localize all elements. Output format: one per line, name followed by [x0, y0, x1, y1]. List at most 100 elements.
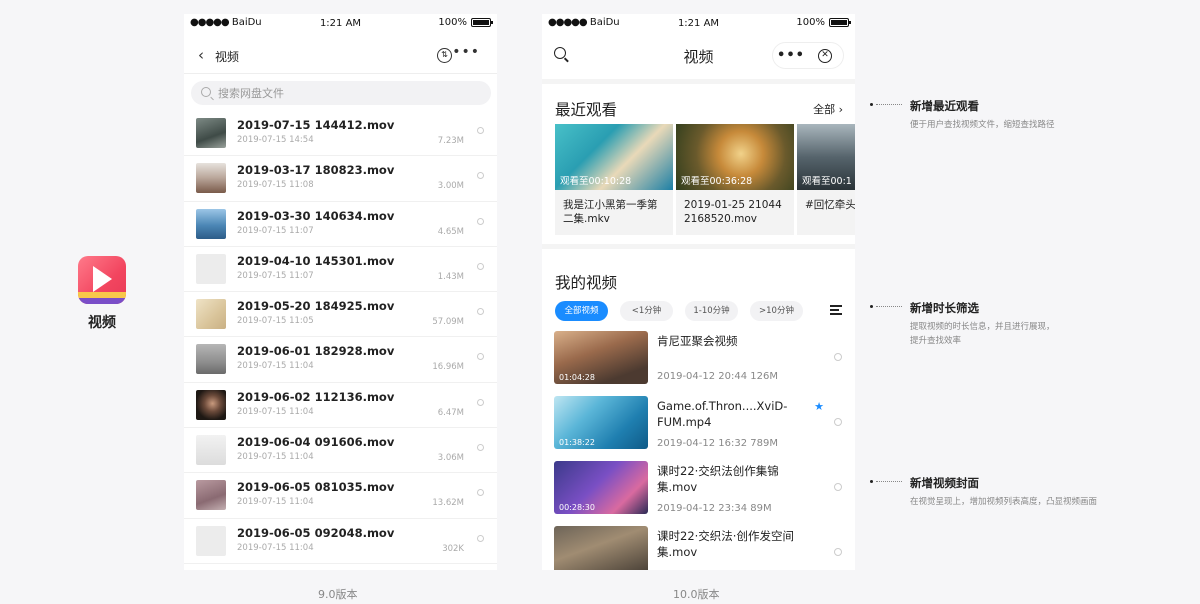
file-row[interactable]: 2019-06-05 081035.mov 2019-07-15 11:04 1… — [184, 473, 497, 519]
file-date: 2019-07-15 11:04 — [237, 542, 314, 553]
filter-icon[interactable]: ⇅ — [437, 48, 452, 63]
video-title: 课时22·交织法创作集锦集.mov — [657, 464, 779, 494]
recent-caption: 我是江小黑第一季第二集.mkv — [563, 199, 658, 225]
recent-caption: 2019-01-25 21044 2168520.mov — [684, 199, 782, 225]
file-row[interactable]: 2019-06-01 182928.mov 2019-07-15 11:04 1… — [184, 337, 497, 383]
video-duration: 00:28:30 — [559, 503, 595, 512]
select-radio[interactable] — [477, 127, 484, 134]
select-radio[interactable] — [477, 489, 484, 497]
version-label-10: 10.0版本 — [673, 588, 720, 601]
video-thumbnail: 00:28:30 — [554, 461, 648, 514]
recent-card[interactable]: 观看至00:10:28 我是江小黑第一季第二集.mkv — [555, 124, 673, 235]
file-thumbnail — [196, 435, 226, 466]
nav-bar: ‹ 视频 ⇅ ••• — [184, 34, 497, 74]
divider — [542, 244, 855, 249]
more-icon[interactable]: ••• — [773, 48, 809, 63]
file-row[interactable]: 2019-03-17 180823.mov 2019-07-15 11:08 3… — [184, 156, 497, 202]
file-list: 2019-07-15 144412.mov 2019-07-15 14:54 7… — [184, 111, 497, 564]
select-radio[interactable] — [477, 172, 484, 180]
file-size: 13.62M — [432, 498, 464, 509]
file-size: 7.23M — [437, 136, 464, 146]
file-date: 2019-07-15 11:07 — [237, 225, 314, 236]
battery-icon — [471, 18, 493, 27]
annotation-title: 新增视频封面 — [910, 476, 979, 490]
recent-title: 最近观看 — [555, 101, 618, 119]
more-icon[interactable]: ••• — [452, 44, 480, 60]
file-name: 2019-04-10 145301.mov — [237, 253, 395, 268]
watch-progress: 观看至00:1 — [802, 176, 852, 187]
file-row[interactable]: 2019-04-10 145301.mov 2019-07-15 11:07 1… — [184, 247, 497, 293]
annotation-desc: 提取视频的时长信息，并且进行展现， 提升查找效率 — [910, 320, 1055, 348]
file-name: 2019-06-02 112136.mov — [237, 389, 395, 404]
file-date: 2019-07-15 14:54 — [237, 135, 314, 145]
duration-filter: 全部视频 <1分钟 1-10分钟 >10分钟 — [542, 297, 855, 331]
video-row[interactable]: 00:28:30 课时22·交织法创作集锦集.mov 2019-04-12 23… — [542, 461, 855, 526]
battery-percent: 100% — [796, 17, 825, 28]
select-radio[interactable] — [477, 398, 484, 406]
file-row[interactable]: 2019-06-05 092048.mov 2019-07-15 11:04 3… — [184, 519, 497, 564]
file-thumbnail — [196, 118, 226, 148]
back-icon[interactable]: ‹ — [198, 46, 204, 64]
bullet-dot — [870, 480, 873, 483]
view-all-link[interactable]: 全部 › — [813, 101, 843, 117]
battery-percent: 100% — [438, 17, 467, 28]
star-icon: ★ — [814, 400, 824, 413]
select-radio[interactable] — [477, 308, 484, 316]
file-row[interactable]: 2019-05-20 184925.mov 2019-07-15 11:05 5… — [184, 292, 497, 338]
file-row[interactable]: 2019-03-30 140634.mov 2019-07-15 11:07 4… — [184, 202, 497, 247]
select-radio[interactable] — [834, 548, 842, 556]
select-radio[interactable] — [477, 262, 484, 270]
file-row[interactable]: 2019-07-15 144412.mov 2019-07-15 14:54 7… — [184, 111, 497, 157]
video-row[interactable]: 01:38:22 Game.of.Thron....XviD-FUM.mp4 ★… — [542, 396, 855, 461]
bullet-dot — [870, 305, 873, 308]
app-icon — [78, 256, 126, 304]
search-bar[interactable] — [191, 81, 491, 105]
page-title: 视频 — [215, 50, 240, 64]
select-radio[interactable] — [477, 534, 484, 542]
close-icon[interactable]: ✕ — [818, 48, 832, 63]
chevron-right-icon: › — [838, 103, 843, 116]
recent-thumbnail: 观看至00:1 — [797, 124, 855, 190]
phone-v9: ●●●●● BaiDu 1:21 AM 100% ‹ 视频 ⇅ ••• 2019… — [184, 14, 497, 570]
my-videos-header: 我的视频 — [542, 253, 855, 297]
leader-line — [876, 104, 902, 105]
view-all-label: 全部 — [813, 103, 836, 116]
select-radio[interactable] — [834, 483, 842, 491]
chip-over-10min[interactable]: >10分钟 — [750, 301, 803, 321]
annotation-desc-line: 提取视频的时长信息，并且进行展现， — [910, 322, 1055, 332]
select-radio[interactable] — [477, 217, 484, 225]
bullet-dot — [870, 103, 873, 106]
select-radio[interactable] — [477, 444, 484, 452]
video-meta: 2019-04-12 20:44 126M — [657, 371, 779, 382]
file-thumbnail — [196, 344, 226, 375]
annotation-desc-line: 在视觉呈现上，增加视频列表高度，凸显视频画面 — [910, 497, 1098, 507]
file-name: 2019-06-04 091606.mov — [237, 435, 395, 450]
file-date: 2019-07-15 11:08 — [237, 180, 314, 191]
search-icon — [201, 87, 211, 97]
video-thumbnail: 01:38:22 — [554, 396, 648, 449]
nav-bar: 视频 ••• ✕ — [542, 34, 855, 79]
recent-thumbnail: 观看至00:36:28 — [676, 124, 794, 190]
battery-icon — [829, 18, 851, 27]
search-input[interactable] — [218, 81, 458, 105]
file-date: 2019-07-15 11:04 — [237, 406, 314, 417]
chip-under-1min[interactable]: <1分钟 — [620, 301, 673, 321]
file-row[interactable]: 2019-06-04 091606.mov 2019-07-15 11:04 3… — [184, 428, 497, 474]
file-thumbnail — [196, 525, 226, 556]
file-row[interactable]: 2019-06-02 112136.mov 2019-07-15 11:04 6… — [184, 383, 497, 429]
video-row[interactable]: 课时22·交织法·创作发空间集.mov — [542, 526, 855, 570]
file-thumbnail — [196, 163, 226, 194]
recent-card[interactable]: 观看至00:1 #回忆牵头 mkv — [797, 124, 855, 235]
file-size: 57.09M — [432, 317, 464, 328]
sort-icon[interactable] — [830, 304, 844, 316]
chip-all-videos[interactable]: 全部视频 — [555, 301, 608, 321]
select-radio[interactable] — [834, 353, 842, 361]
video-thumbnail: 01:04:28 — [554, 331, 648, 384]
select-radio[interactable] — [477, 353, 484, 361]
video-title: Game.of.Thron....XviD-FUM.mp4 — [657, 399, 788, 429]
video-duration: 01:04:28 — [559, 373, 595, 382]
select-radio[interactable] — [834, 418, 842, 426]
chip-1-10min[interactable]: 1-10分钟 — [685, 301, 738, 321]
video-row[interactable]: 01:04:28 肯尼亚聚会视频 2019-04-12 20:44 126M — [542, 331, 855, 396]
recent-card[interactable]: 观看至00:36:28 2019-01-25 21044 2168520.mov — [676, 124, 794, 235]
